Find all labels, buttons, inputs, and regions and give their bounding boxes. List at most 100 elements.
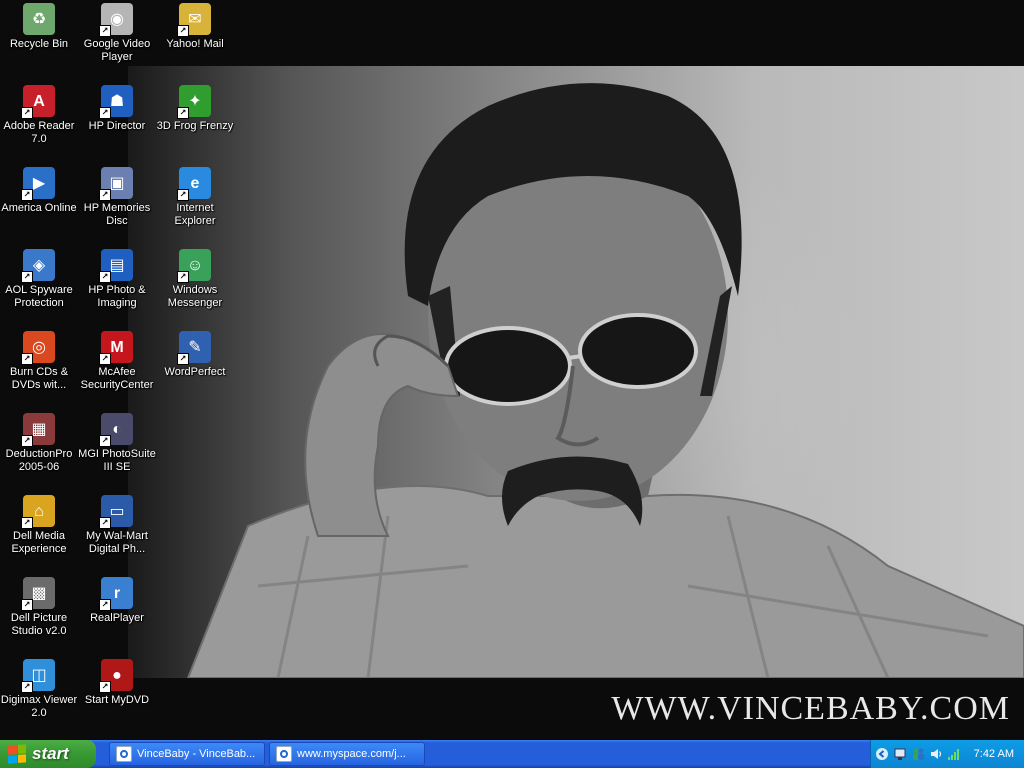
dell-picture-studio-icon: ▩ ↗ <box>21 577 55 611</box>
walmart-digital-photo-icon: ▭ ↗ <box>99 495 133 529</box>
desktop-icon-hp-director[interactable]: ☗ ↗ HP Director <box>78 85 156 133</box>
internet-explorer-icon <box>276 746 292 762</box>
desktop-icon-hp-photo-imaging[interactable]: ▤ ↗ HP Photo & Imaging <box>78 249 156 310</box>
mcafee-icon: M ↗ <box>99 331 133 365</box>
desktop-icon-adobe-reader[interactable]: A ↗ Adobe Reader 7.0 <box>0 85 78 146</box>
messenger-tray-icon[interactable] <box>911 747 925 761</box>
icon-glyph: ◈ <box>32 256 46 274</box>
desktop-icon-google-video-player[interactable]: ◉ ↗ Google Video Player <box>78 3 156 64</box>
desktop-icon-deductionpro[interactable]: ▦ ↗ DeductionPro 2005-06 <box>0 413 78 474</box>
shortcut-arrow-icon: ↗ <box>99 681 111 693</box>
windows-messenger-icon: ☺ ↗ <box>177 249 211 283</box>
aol-icon: ▶ ↗ <box>21 167 55 201</box>
desktop-icon-aol[interactable]: ▶ ↗ America Online <box>0 167 78 215</box>
wordperfect-icon: ✎ ↗ <box>177 331 211 365</box>
network-icon[interactable] <box>893 747 907 761</box>
shortcut-arrow-icon: ↗ <box>99 599 111 611</box>
desktop-icon-label: Windows Messenger <box>167 284 223 309</box>
signal-strength-icon[interactable] <box>947 747 961 761</box>
digimax-viewer-icon: ◫ ↗ <box>21 659 55 693</box>
deductionpro-icon: ▦ ↗ <box>21 413 55 447</box>
desktop-icon-windows-messenger[interactable]: ☺ ↗ Windows Messenger <box>156 249 234 310</box>
chevron-left-icon[interactable] <box>875 747 889 761</box>
shortcut-arrow-icon: ↗ <box>99 271 111 283</box>
icon-glyph: r <box>113 584 121 602</box>
shortcut-arrow-icon: ↗ <box>99 353 111 365</box>
desktop-icon-frog-frenzy[interactable]: ✦ ↗ 3D Frog Frenzy <box>156 85 234 133</box>
shortcut-arrow-icon: ↗ <box>21 681 33 693</box>
desktop-icon-yahoo-mail[interactable]: ✉ ↗ Yahoo! Mail <box>156 3 234 51</box>
desktop-icon-dell-picture-studio[interactable]: ▩ ↗ Dell Picture Studio v2.0 <box>0 577 78 638</box>
desktop-icon-realplayer[interactable]: r ↗ RealPlayer <box>78 577 156 625</box>
desktop-icon-recycle-bin[interactable]: ♻ Recycle Bin <box>0 3 78 51</box>
desktop-icon-label: HP Photo & Imaging <box>88 284 146 309</box>
desktop-icon-label: Dell Picture Studio v2.0 <box>10 612 68 637</box>
desktop-icon-label: My Wal-Mart Digital Ph... <box>86 530 148 555</box>
start-label: start <box>32 744 69 763</box>
system-clock[interactable]: 7:42 AM <box>974 748 1014 760</box>
taskbar-button-myspace[interactable]: www.myspace.com/j... <box>269 742 425 766</box>
shortcut-arrow-icon: ↗ <box>177 189 189 201</box>
shortcut-arrow-icon: ↗ <box>99 517 111 529</box>
icon-glyph: ✎ <box>188 338 202 356</box>
desktop-icon-mcafee[interactable]: M ↗ McAfee SecurityCenter <box>78 331 156 392</box>
icon-glyph: ◎ <box>32 338 46 356</box>
desktop-icon-label: Burn CDs & DVDs wit... <box>9 366 69 391</box>
taskbar-button-label: www.myspace.com/j... <box>297 748 406 760</box>
desktop-icon-label: HP Director <box>88 120 146 132</box>
icon-glyph: A <box>33 92 45 110</box>
realplayer-icon: r ↗ <box>99 577 133 611</box>
desktop-icon-label: Adobe Reader 7.0 <box>3 120 75 145</box>
speaker-icon[interactable] <box>929 747 943 761</box>
mgi-photosuite-icon: ◐ ↗ <box>99 413 133 447</box>
yahoo-mail-icon: ✉ ↗ <box>177 3 211 37</box>
shortcut-arrow-icon: ↗ <box>21 599 33 611</box>
desktop-icon-label: McAfee SecurityCenter <box>80 366 154 391</box>
desktop-icon-wordperfect[interactable]: ✎ ↗ WordPerfect <box>156 331 234 379</box>
recycle-bin-icon: ♻ <box>23 3 55 35</box>
desktop-icon-label: WordPerfect <box>164 366 226 378</box>
desktop-icon-hp-memories-disc[interactable]: ▣ ↗ HP Memories Disc <box>78 167 156 228</box>
icon-glyph: ☺ <box>186 256 204 274</box>
shortcut-arrow-icon: ↗ <box>177 271 189 283</box>
shortcut-arrow-icon: ↗ <box>99 25 111 37</box>
icon-glyph: ☗ <box>109 92 125 110</box>
desktop-icon-label: Recycle Bin <box>9 38 69 50</box>
icon-glyph: ▤ <box>109 256 125 274</box>
shortcut-arrow-icon: ↗ <box>99 189 111 201</box>
desktop-icon-walmart-digital-photo[interactable]: ▭ ↗ My Wal-Mart Digital Ph... <box>78 495 156 556</box>
dell-media-experience-icon: ⌂ ↗ <box>21 495 55 529</box>
desktop-icon-burn-cds[interactable]: ◎ ↗ Burn CDs & DVDs wit... <box>0 331 78 392</box>
desktop-icon-label: America Online <box>1 202 77 214</box>
hp-photo-imaging-icon: ▤ ↗ <box>99 249 133 283</box>
start-button[interactable]: start <box>0 740 96 768</box>
desktop-icon-label: DeductionPro 2005-06 <box>5 448 73 473</box>
desktop-icon-aol-spyware[interactable]: ◈ ↗ AOL Spyware Protection <box>0 249 78 310</box>
aol-spyware-icon: ◈ ↗ <box>21 249 55 283</box>
taskbar-button-vincebaby[interactable]: VinceBaby - VinceBab... <box>109 742 265 766</box>
shortcut-arrow-icon: ↗ <box>21 353 33 365</box>
desktop-icon-label: RealPlayer <box>90 612 144 624</box>
desktop-icon-label: Digimax Viewer 2.0 <box>0 694 78 719</box>
taskbar: start VinceBaby - VinceBab... www.myspac… <box>0 740 1024 768</box>
icon-glyph: ◫ <box>31 666 47 684</box>
desktop-icon-internet-explorer[interactable]: e ↗ Internet Explorer <box>156 167 234 228</box>
shortcut-arrow-icon: ↗ <box>177 353 189 365</box>
windows-logo-icon <box>8 744 26 764</box>
icon-glyph: ◉ <box>110 10 124 28</box>
frog-frenzy-icon: ✦ ↗ <box>177 85 211 119</box>
hp-memories-disc-icon: ▣ ↗ <box>99 167 133 201</box>
desktop-icon-mgi-photosuite[interactable]: ◐ ↗ MGI PhotoSuite III SE <box>78 413 156 474</box>
icon-glyph: M <box>110 338 124 356</box>
desktop-icon-digimax-viewer[interactable]: ◫ ↗ Digimax Viewer 2.0 <box>0 659 78 720</box>
desktop-icon-start-mydvd[interactable]: ● ↗ Start MyDVD <box>78 659 156 707</box>
shortcut-arrow-icon: ↗ <box>21 271 33 283</box>
icon-glyph: ◐ <box>112 420 122 438</box>
icon-glyph: ✦ <box>188 92 202 110</box>
desktop-icon-label: Dell Media Experience <box>11 530 67 555</box>
start-mydvd-icon: ● ↗ <box>99 659 133 693</box>
shortcut-arrow-icon: ↗ <box>21 107 33 119</box>
google-video-player-icon: ◉ ↗ <box>99 3 133 37</box>
desktop-icon-dell-media-experience[interactable]: ⌂ ↗ Dell Media Experience <box>0 495 78 556</box>
wallpaper-watermark: WWW.VINCEBABY.COM <box>611 690 1010 727</box>
